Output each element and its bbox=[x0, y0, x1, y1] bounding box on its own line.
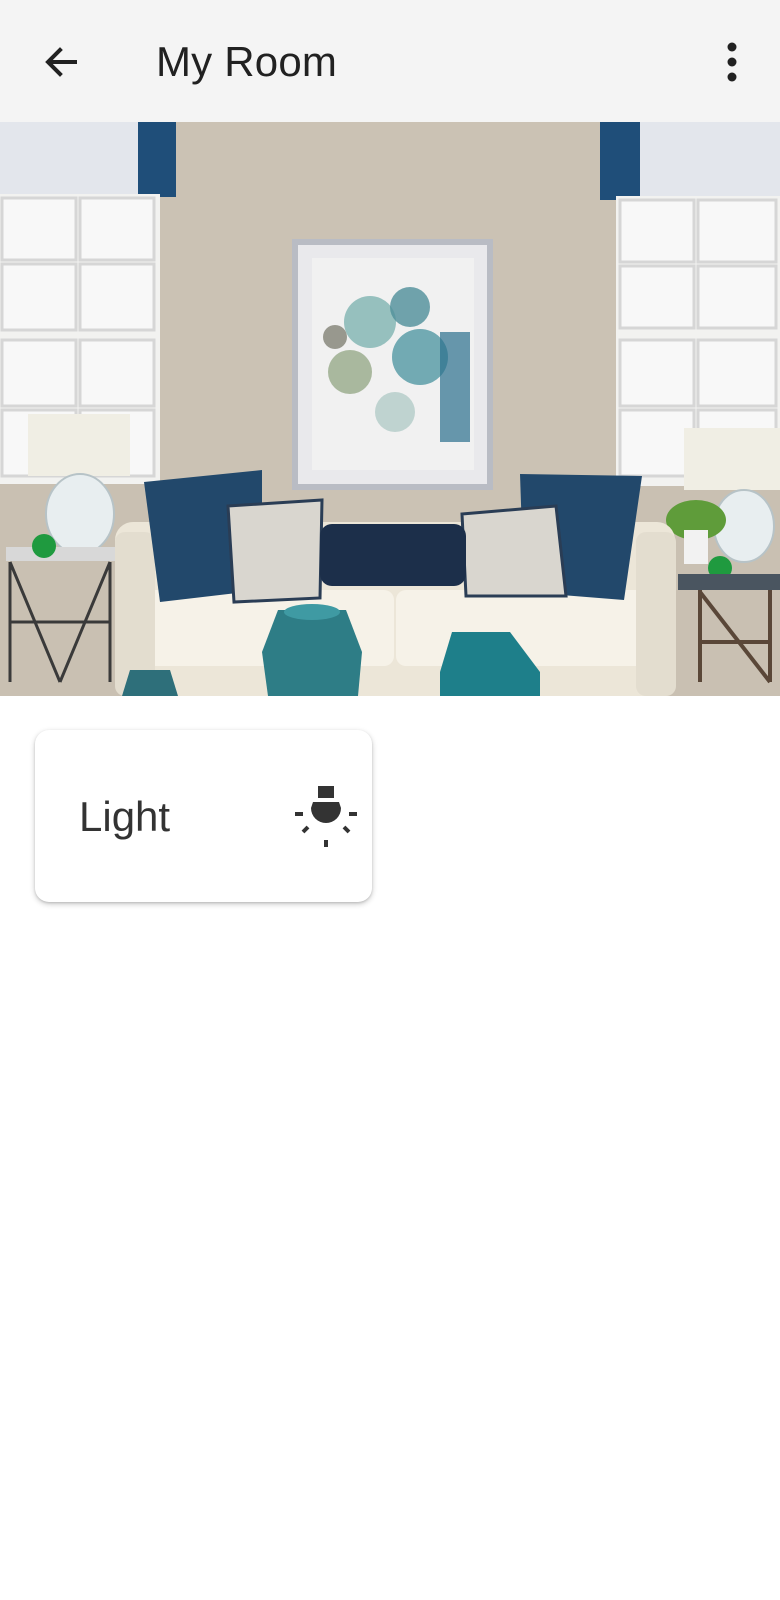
lightbulb-icon bbox=[291, 784, 361, 854]
device-card-light[interactable]: Light bbox=[35, 730, 372, 902]
more-vert-icon bbox=[727, 42, 737, 82]
back-button[interactable] bbox=[28, 32, 94, 92]
arrow-back-icon bbox=[45, 47, 77, 77]
room-photo bbox=[0, 122, 780, 696]
app-bar: My Room bbox=[0, 0, 780, 122]
device-label: Light bbox=[79, 793, 171, 840]
page-title: My Room bbox=[156, 38, 338, 85]
more-options-button[interactable] bbox=[704, 32, 760, 92]
